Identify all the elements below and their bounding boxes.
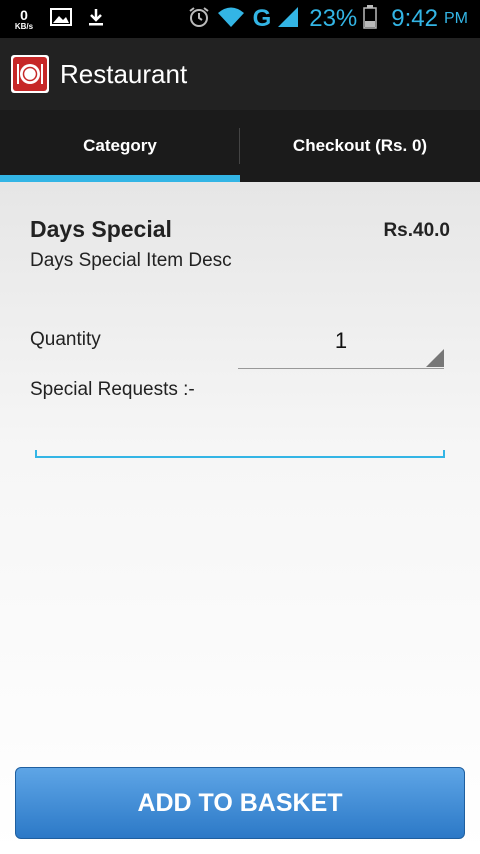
battery-percent: 23% — [309, 5, 358, 32]
status-left-icons: 0 KB/s — [12, 4, 106, 34]
data-rate-unit: KB/s — [14, 21, 34, 31]
data-rate-indicator: 0 KB/s — [12, 8, 36, 31]
tab-bar: Category Checkout (Rs. 0) — [0, 110, 480, 182]
action-bar: Restaurant — [0, 38, 480, 110]
quantity-value: 1 — [334, 328, 348, 353]
quantity-label: Quantity — [30, 329, 101, 350]
item-name: Days Special — [30, 216, 172, 242]
clock-time: 9:42 — [391, 5, 438, 32]
status-bar: 0 KB/s G 23% 9:42 PM — [0, 0, 480, 38]
signal-icon — [277, 6, 299, 33]
status-right-icons: G 23% 9:42 PM — [187, 0, 468, 38]
alarm-icon — [187, 5, 211, 34]
item-detail-panel: Days Special Rs.40.0 Days Special Item D… — [0, 182, 480, 854]
dropdown-arrow-icon — [426, 349, 444, 367]
restaurant-plate-icon[interactable] — [11, 55, 49, 93]
download-icon — [86, 7, 106, 32]
tab-divider — [239, 128, 240, 164]
wifi-icon — [217, 6, 245, 33]
input-edge-right — [443, 450, 445, 458]
tab-checkout[interactable]: Checkout (Rs. 0) — [240, 110, 480, 182]
special-requests-input[interactable] — [35, 420, 445, 458]
item-price: Rs.40.0 — [383, 220, 450, 241]
selected-tab-indicator — [0, 175, 240, 182]
add-to-basket-button[interactable]: ADD TO BASKET — [15, 767, 465, 839]
data-rate-value: 0 — [20, 6, 28, 23]
input-edge-left — [35, 450, 37, 458]
quantity-spinner[interactable]: 1 — [238, 322, 444, 369]
image-icon — [50, 7, 72, 31]
item-description: Days Special Item Desc — [30, 250, 232, 271]
network-type: G — [252, 5, 272, 32]
special-requests-label: Special Requests :- — [30, 379, 195, 400]
battery-icon — [363, 4, 378, 34]
app-title: Restaurant — [60, 58, 188, 89]
clock-ampm: PM — [444, 10, 468, 27]
tab-category[interactable]: Category — [0, 110, 240, 182]
